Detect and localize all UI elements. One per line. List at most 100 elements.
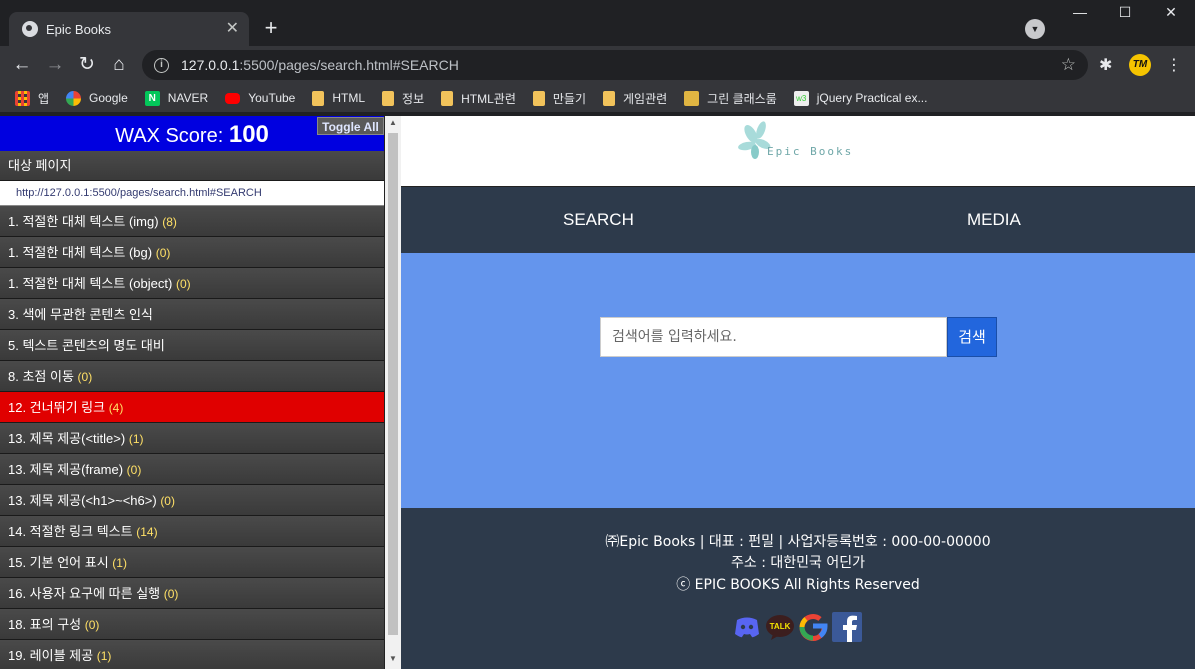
- nav-media-link[interactable]: MEDIA: [967, 187, 1021, 253]
- tab-title: Epic Books: [46, 21, 112, 37]
- bookmark-html-related[interactable]: HTML관련: [441, 90, 516, 107]
- wax-check-item[interactable]: 1. 적절한 대체 텍스트 (img) (8): [0, 206, 384, 237]
- bookmark-star-icon[interactable]: ☆: [1061, 55, 1076, 75]
- folder-icon: [382, 90, 395, 106]
- window-close-button[interactable]: ✕: [1148, 4, 1194, 21]
- info-icon[interactable]: i: [154, 57, 169, 73]
- maximize-button[interactable]: ☐: [1102, 4, 1148, 21]
- browser-tab[interactable]: Epic Books ✕: [9, 12, 249, 46]
- footer-company-info: ㈜Epic Books | 대표 : 펀밀 | 사업자등록번호 : 000-00…: [605, 534, 991, 550]
- folder-icon: [312, 90, 325, 106]
- wax-panel: WAX Score: 100 Toggle All 대상 페이지 http://…: [0, 116, 385, 669]
- wax-check-label: 16. 사용자 요구에 따른 실행: [8, 586, 161, 601]
- wax-check-item[interactable]: 12. 건너뛰기 링크 (4): [0, 392, 384, 423]
- wax-check-item[interactable]: 13. 제목 제공(<h1>~<h6>) (0): [0, 485, 384, 516]
- bookmark-game[interactable]: 게임관련: [603, 90, 667, 107]
- wax-check-count: (0): [160, 494, 175, 508]
- extensions-puzzle-icon[interactable]: ✱: [1099, 55, 1112, 75]
- footer-address: 주소 : 대한민국 어딘가: [731, 555, 865, 571]
- wax-check-item[interactable]: 15. 기본 언어 표시 (1): [0, 547, 384, 578]
- bookmark-naver[interactable]: N NAVER: [144, 90, 208, 106]
- wax-check-item[interactable]: 3. 색에 무관한 콘텐츠 인식: [0, 299, 384, 330]
- wax-scrollbar[interactable]: ▲ ▼: [385, 116, 401, 669]
- close-icon[interactable]: ✕: [226, 21, 239, 37]
- wax-check-item[interactable]: 8. 초점 이동 (0): [0, 361, 384, 392]
- toggle-all-button[interactable]: Toggle All: [317, 117, 384, 135]
- google-icon[interactable]: [798, 612, 828, 642]
- wax-score-value: 100: [228, 121, 269, 148]
- minimize-button[interactable]: —: [1057, 4, 1103, 20]
- kebab-menu-icon[interactable]: ⋮: [1166, 55, 1182, 75]
- search-input[interactable]: 검색어를 입력하세요.: [600, 317, 947, 357]
- wax-check-count: (4): [108, 401, 124, 415]
- search-button[interactable]: 검색: [947, 317, 997, 357]
- wax-check-item[interactable]: 13. 제목 제공(<title>) (1): [0, 423, 384, 454]
- wax-check-label: 19. 레이블 제공: [8, 648, 94, 663]
- wax-check-count: (0): [77, 370, 93, 384]
- wax-check-count: (14): [136, 525, 158, 539]
- bookmark-jquery[interactable]: w3 jQuery Practical ex...: [793, 90, 927, 106]
- tab-search-icon[interactable]: ▼: [1025, 19, 1045, 39]
- url-text[interactable]: 127.0.0.1:5500/pages/search.html#SEARCH: [181, 57, 1061, 73]
- bookmark-info[interactable]: 정보: [382, 90, 424, 107]
- wax-check-count: (8): [162, 215, 177, 229]
- w3-icon: w3: [793, 90, 809, 106]
- wax-check-item[interactable]: 1. 적절한 대체 텍스트 (bg) (0): [0, 237, 384, 268]
- naver-icon: N: [144, 90, 160, 106]
- bookmark-google[interactable]: Google: [66, 90, 128, 106]
- bookmark-html[interactable]: HTML: [312, 90, 365, 106]
- wax-check-label: 8. 초점 이동: [8, 369, 74, 384]
- wax-check-count: (0): [155, 246, 171, 260]
- bookmark-make[interactable]: 만들기: [532, 90, 586, 107]
- wax-check-label: 5. 텍스트 콘텐츠의 명도 대비: [8, 338, 165, 353]
- wax-check-count: (1): [112, 556, 127, 570]
- bookmark-apps[interactable]: 앱: [15, 90, 49, 107]
- main-nav: SEARCH MEDIA: [401, 186, 1195, 253]
- discord-icon[interactable]: [732, 612, 762, 642]
- wax-check-item[interactable]: 14. 적절한 링크 텍스트 (14): [0, 516, 384, 547]
- scrollbar-thumb[interactable]: [388, 133, 398, 635]
- wax-check-count: (0): [84, 618, 100, 632]
- wax-check-label: 15. 기본 언어 표시: [8, 555, 109, 570]
- facebook-icon[interactable]: [832, 612, 862, 642]
- site-footer: ㈜Epic Books | 대표 : 펀밀 | 사업자등록번호 : 000-00…: [401, 508, 1195, 669]
- wax-check-item[interactable]: 16. 사용자 요구에 따른 실행 (0): [0, 578, 384, 609]
- wax-check-label: 13. 제목 제공(<h1>~<h6>): [8, 493, 157, 508]
- wax-check-item[interactable]: 13. 제목 제공(frame) (0): [0, 454, 384, 485]
- back-arrow-icon[interactable]: ←: [10, 53, 34, 77]
- new-tab-button[interactable]: +: [259, 17, 283, 41]
- wax-check-label: 1. 적절한 대체 텍스트 (object): [8, 276, 173, 291]
- wax-check-label: 12. 건너뛰기 링크: [8, 400, 106, 415]
- wax-check-label: 1. 적절한 대체 텍스트 (bg): [8, 245, 153, 260]
- wax-check-count: (0): [175, 277, 191, 291]
- wax-check-label: 14. 적절한 링크 텍스트: [8, 524, 133, 539]
- scroll-up-arrow-icon[interactable]: ▲: [385, 118, 401, 127]
- wax-check-count: (1): [96, 649, 112, 663]
- tampermonkey-icon[interactable]: TM: [1129, 54, 1151, 76]
- target-page-url[interactable]: http://127.0.0.1:5500/pages/search.html#…: [0, 181, 384, 206]
- youtube-icon: [225, 92, 241, 104]
- forward-arrow-icon[interactable]: →: [43, 53, 67, 77]
- wax-check-item[interactable]: 5. 텍스트 콘텐츠의 명도 대비: [0, 330, 384, 361]
- wax-check-label: 13. 제목 제공(<title>): [8, 431, 126, 446]
- footer-copyright: ⓒ EPIC BOOKS All Rights Reserved: [676, 577, 920, 593]
- browser-tabstrip: Epic Books ✕ + ▼ — ☐ ✕: [0, 0, 1195, 46]
- wax-checklist: 1. 적절한 대체 텍스트 (img) (8) 1. 적절한 대체 텍스트 (bg…: [0, 206, 384, 669]
- home-icon[interactable]: ⌂: [107, 53, 131, 77]
- wax-check-count: (0): [126, 463, 142, 477]
- reload-icon[interactable]: ↻: [75, 53, 99, 77]
- folder-icon: [441, 90, 454, 106]
- scroll-down-arrow-icon[interactable]: ▼: [385, 654, 401, 663]
- nav-search-link[interactable]: SEARCH: [563, 187, 634, 253]
- kakaotalk-icon[interactable]: TALK: [765, 612, 795, 642]
- wax-check-item[interactable]: 19. 레이블 제공 (1): [0, 640, 384, 669]
- bookmark-classroom[interactable]: 그린 클래스룸: [684, 90, 777, 107]
- wax-check-item[interactable]: 18. 표의 구성 (0): [0, 609, 384, 640]
- search-section: 검색어를 입력하세요. 검색: [401, 253, 1195, 508]
- bookmark-youtube[interactable]: YouTube: [225, 91, 295, 105]
- wax-check-item[interactable]: 1. 적절한 대체 텍스트 (object) (0): [0, 268, 384, 299]
- browser-toolbar: ← → ↻ ⌂ i 127.0.0.1:5500/pages/search.ht…: [0, 46, 1195, 84]
- address-bar[interactable]: i 127.0.0.1:5500/pages/search.html#SEARC…: [142, 50, 1088, 80]
- classroom-icon: [684, 90, 700, 106]
- wax-check-label: 13. 제목 제공(frame): [8, 462, 124, 477]
